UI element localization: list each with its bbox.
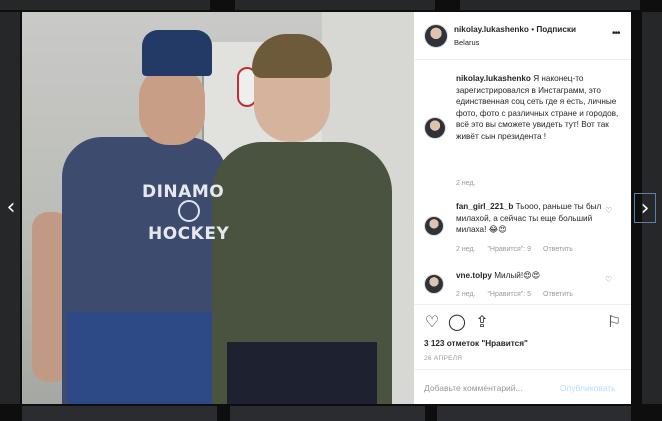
follow-button[interactable]: Подписки	[536, 25, 576, 34]
shirt-emblem	[178, 200, 200, 222]
photo-person-left-cap	[142, 30, 212, 76]
chevron-right-icon[interactable]: ›	[634, 193, 656, 223]
comment-heart-icon[interactable]: ♡	[605, 206, 612, 215]
likes-count[interactable]: 3 123 отметок "Нравится"	[424, 339, 528, 348]
photo-person-right-pants	[227, 342, 377, 404]
background-tile	[22, 406, 217, 421]
post-header: nikolay.lukashenko • Подписки Belarus ••…	[414, 12, 631, 60]
photo-person-left-pants	[67, 312, 227, 404]
comment-meta: 2 нед. "Нравится": 9 Ответить	[456, 246, 583, 253]
comment-likes[interactable]: "Нравится": 9	[487, 246, 531, 253]
header-username[interactable]: nikolay.lukashenko	[454, 25, 529, 34]
photo-person-left-head	[139, 67, 205, 145]
comment-reply-button[interactable]: Ответить	[543, 291, 573, 298]
publish-button[interactable]: Опубликовать	[560, 383, 616, 393]
bookmark-icon[interactable]: ⚐	[605, 313, 623, 331]
shirt-text-line2: HOCKEY	[148, 224, 230, 244]
comment-meta: 2 нед. "Нравится": 5 Ответить	[456, 291, 583, 298]
comment-input[interactable]	[424, 380, 554, 396]
comments-list[interactable]: nikolay.lukashenko Я наконец-то зарегист…	[414, 60, 631, 304]
post-modal: DINAMO HOCKEY nikolay.lukashenko • Подпи…	[22, 12, 631, 404]
location-link[interactable]: Belarus	[454, 38, 479, 47]
chevron-left-icon[interactable]: ‹	[0, 193, 22, 223]
heart-icon[interactable]: ♡	[423, 313, 441, 331]
comment-icon[interactable]: ◯	[448, 313, 466, 331]
caption-text: Я наконец-то зарегистрировался в Инстагр…	[456, 74, 619, 141]
share-icon[interactable]: ⇪	[473, 313, 491, 331]
avatar[interactable]	[424, 216, 444, 236]
more-options-icon[interactable]: •••	[612, 28, 620, 39]
shirt-text-line1: DINAMO	[142, 182, 225, 202]
background-tile	[230, 406, 425, 421]
header-user-line: nikolay.lukashenko • Подписки	[454, 25, 576, 34]
comment-heart-icon[interactable]: ♡	[605, 275, 612, 284]
comment-time: 2 нед.	[456, 246, 476, 253]
post-date: 26 АПРЕЛЯ	[424, 355, 463, 362]
comment-username[interactable]: vne.tolpy	[456, 271, 492, 280]
caption-time: 2 нед.	[456, 180, 476, 187]
comment-time: 2 нед.	[456, 291, 476, 298]
photo-person-right-hair	[252, 34, 332, 78]
comment-body: Милый!😍😍	[494, 271, 541, 280]
comment-text: vne.tolpy Милый!😍😍	[456, 270, 608, 282]
comment-username[interactable]: fan_girl_221_b	[456, 202, 513, 211]
add-comment-bar: Опубликовать	[414, 369, 631, 405]
avatar[interactable]	[424, 274, 444, 294]
avatar[interactable]	[424, 24, 448, 48]
comment-text: fan_girl_221_b Тьооо, раньше ты был мила…	[456, 201, 608, 236]
comment-likes[interactable]: "Нравится": 5	[487, 291, 531, 298]
caption-username[interactable]: nikolay.lukashenko	[456, 74, 531, 83]
background-feed-bottom	[22, 404, 631, 421]
comment-reply-button[interactable]: Ответить	[543, 246, 573, 253]
post-photo[interactable]: DINAMO HOCKEY	[22, 12, 414, 404]
post-actions: ♡ ◯ ⇪ ⚐ 3 123 отметок "Нравится" 26 АПРЕ…	[414, 304, 631, 404]
post-sidebar: nikolay.lukashenko • Подписки Belarus ••…	[414, 12, 631, 404]
header-separator: •	[531, 25, 535, 34]
post-caption: nikolay.lukashenko Я наконец-то зарегист…	[456, 73, 628, 142]
avatar[interactable]	[424, 117, 446, 139]
background-tile	[437, 406, 631, 421]
